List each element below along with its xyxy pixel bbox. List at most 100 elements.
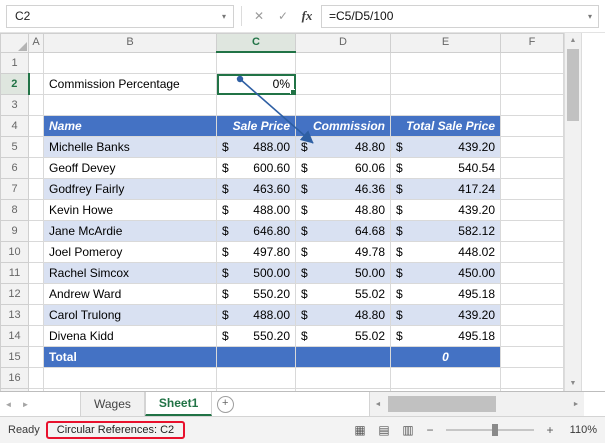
cell-total[interactable]: $439.20: [391, 305, 501, 326]
scroll-right-icon[interactable]: ►: [568, 401, 584, 408]
cell[interactable]: [391, 52, 501, 74]
cell-commission[interactable]: $55.02: [296, 326, 391, 347]
cell[interactable]: [29, 200, 44, 221]
cell[interactable]: [501, 284, 564, 305]
cell[interactable]: [29, 74, 44, 95]
tab-nav-left-icon[interactable]: ◄: [0, 392, 17, 416]
tab-nav-right-icon[interactable]: ►: [17, 392, 34, 416]
cell-commission[interactable]: $48.80: [296, 137, 391, 158]
scroll-down-icon[interactable]: ▼: [565, 376, 581, 391]
cell-commission[interactable]: $49.78: [296, 242, 391, 263]
cell[interactable]: [29, 368, 44, 389]
cell-name[interactable]: Jane McArdie: [44, 221, 217, 242]
tab-sheet1[interactable]: Sheet1: [145, 392, 212, 416]
cancel-icon[interactable]: ✕: [249, 9, 269, 23]
row-header[interactable]: 14: [1, 326, 29, 347]
cell[interactable]: [217, 347, 296, 368]
cell[interactable]: [501, 305, 564, 326]
row-header[interactable]: 5: [1, 137, 29, 158]
cell[interactable]: [29, 52, 44, 74]
cell[interactable]: [44, 52, 217, 74]
scroll-up-icon[interactable]: ▲: [565, 33, 581, 48]
row-header[interactable]: 7: [1, 179, 29, 200]
cell[interactable]: [29, 242, 44, 263]
view-page-layout-icon[interactable]: ▤: [375, 423, 393, 437]
vertical-scrollbar[interactable]: ▲ ▼: [564, 33, 582, 391]
cell[interactable]: [217, 95, 296, 116]
row-header[interactable]: 2: [1, 74, 29, 95]
cell[interactable]: [501, 326, 564, 347]
cell[interactable]: [217, 52, 296, 74]
total-value-cell[interactable]: 0: [391, 347, 501, 368]
cell-name[interactable]: Godfrey Fairly: [44, 179, 217, 200]
cell-total[interactable]: $448.02: [391, 242, 501, 263]
name-box-dropdown-icon[interactable]: ▾: [215, 12, 233, 21]
cell-b2-label[interactable]: Commission Percentage: [44, 74, 217, 95]
horizontal-scrollbar[interactable]: ◄ ►: [369, 392, 584, 416]
zoom-in-icon[interactable]: +: [543, 423, 557, 437]
row-header[interactable]: 16: [1, 368, 29, 389]
cell[interactable]: [29, 284, 44, 305]
view-page-break-icon[interactable]: ▥: [399, 423, 417, 437]
cell[interactable]: [217, 389, 296, 392]
cell[interactable]: [29, 221, 44, 242]
column-header-f[interactable]: F: [501, 34, 564, 53]
vertical-scroll-track[interactable]: [565, 122, 581, 376]
cell-commission[interactable]: $64.68: [296, 221, 391, 242]
cell-commission[interactable]: $48.80: [296, 305, 391, 326]
zoom-slider[interactable]: [446, 429, 534, 431]
cell[interactable]: [501, 95, 564, 116]
cell[interactable]: [501, 200, 564, 221]
cell[interactable]: [501, 116, 564, 137]
select-all-corner[interactable]: [1, 34, 29, 53]
zoom-slider-thumb[interactable]: [492, 424, 498, 436]
cell[interactable]: [391, 389, 501, 392]
row-header[interactable]: 6: [1, 158, 29, 179]
table-header-cell[interactable]: Commission: [296, 116, 391, 137]
row-header[interactable]: 12: [1, 284, 29, 305]
row-header[interactable]: 4: [1, 116, 29, 137]
cell-commission[interactable]: $50.00: [296, 263, 391, 284]
cell[interactable]: [501, 221, 564, 242]
row-header[interactable]: 3: [1, 95, 29, 116]
cell-total[interactable]: $417.24: [391, 179, 501, 200]
cell-total[interactable]: $540.54: [391, 158, 501, 179]
cell[interactable]: [29, 263, 44, 284]
vertical-scroll-thumb[interactable]: [567, 49, 579, 121]
cell-commission[interactable]: $60.06: [296, 158, 391, 179]
insert-function-icon[interactable]: fx: [297, 8, 317, 24]
cell[interactable]: [29, 389, 44, 392]
cell-name[interactable]: Kevin Howe: [44, 200, 217, 221]
cell-sale-price[interactable]: $497.80: [217, 242, 296, 263]
cell-total[interactable]: $450.00: [391, 263, 501, 284]
add-sheet-button[interactable]: +: [212, 392, 238, 416]
cell[interactable]: [501, 52, 564, 74]
cell[interactable]: [217, 368, 296, 389]
cell[interactable]: [501, 347, 564, 368]
cell[interactable]: [29, 158, 44, 179]
cell-sale-price[interactable]: $463.60: [217, 179, 296, 200]
cell[interactable]: [501, 242, 564, 263]
cell[interactable]: [296, 95, 391, 116]
cell-name[interactable]: Andrew Ward: [44, 284, 217, 305]
cell-sale-price[interactable]: $488.00: [217, 137, 296, 158]
cell[interactable]: [501, 389, 564, 392]
cell[interactable]: [296, 52, 391, 74]
cell-sale-price[interactable]: $500.00: [217, 263, 296, 284]
cell-sale-price[interactable]: $488.00: [217, 200, 296, 221]
cell[interactable]: [501, 179, 564, 200]
cell[interactable]: [29, 137, 44, 158]
cell[interactable]: [501, 158, 564, 179]
cell-name[interactable]: Divena Kidd: [44, 326, 217, 347]
row-header[interactable]: 13: [1, 305, 29, 326]
cell[interactable]: [391, 74, 501, 95]
cell[interactable]: [29, 347, 44, 368]
row-header[interactable]: 15: [1, 347, 29, 368]
row-header[interactable]: 10: [1, 242, 29, 263]
cell-name[interactable]: Geoff Devey: [44, 158, 217, 179]
cell-total[interactable]: $495.18: [391, 284, 501, 305]
cell[interactable]: [29, 305, 44, 326]
formula-bar-dropdown-icon[interactable]: ▾: [582, 12, 598, 21]
cell-sale-price[interactable]: $550.20: [217, 284, 296, 305]
cell[interactable]: [501, 368, 564, 389]
